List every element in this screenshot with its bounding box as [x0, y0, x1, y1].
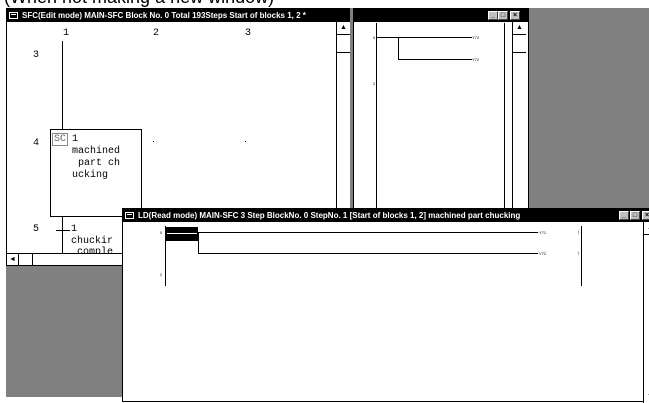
grid-dot — [245, 141, 246, 142]
ld-coil-y72: Y72 — [539, 251, 547, 256]
ld-coil-end-2: ) — [578, 250, 580, 255]
sfc-title-bar[interactable]: SFC(Edit mode) MAIN-SFC Block No. 0 Tota… — [7, 9, 349, 22]
scroll-thumb[interactable] — [21, 254, 33, 265]
ld-right-title-bar[interactable]: _ □ × — [354, 9, 528, 22]
step-comment-line-2: part ch — [72, 158, 121, 169]
sfc-title-text: SFC(Edit mode) MAIN-SFC Block No. 0 Tota… — [22, 11, 306, 20]
ld-title-text: LD(Read mode) MAIN-SFC 3 Step BlockNo. 0… — [138, 211, 521, 220]
step-number: 1 — [72, 134, 79, 145]
scroll-up-arrow-icon[interactable]: ▲ — [337, 22, 350, 35]
scroll-up-arrow-icon[interactable]: ▲ — [513, 22, 526, 35]
minimize-button[interactable]: _ — [488, 11, 498, 20]
ld-left-rail — [376, 23, 377, 214]
ld-vertical-scrollbar[interactable]: ▲ ▼ — [643, 222, 649, 403]
page-caption: (When not making a new window) — [4, 0, 274, 8]
step-type-label: SC — [52, 133, 69, 146]
ld-right-branch — [398, 37, 399, 59]
scroll-track-marker — [513, 52, 526, 53]
ld-row-label-0: 0 — [160, 230, 163, 235]
ld-right-row-label-0: 0 — [373, 35, 376, 40]
ld-right-row-label-2: 2 — [373, 81, 376, 86]
ld-right-coil-1: Y72 — [472, 35, 480, 40]
scroll-track-marker — [337, 52, 350, 53]
ld-cursor-contact[interactable] — [166, 227, 198, 241]
column-header-2: 2 — [153, 28, 160, 39]
ld-coil-end-1: ) — [578, 229, 580, 234]
ld-window[interactable]: LD(Read mode) MAIN-SFC 3 Step BlockNo. 0… — [122, 208, 649, 403]
sfc-step-box[interactable]: SC 1 machined part ch ucking — [50, 129, 142, 217]
ld-row-label-2: 2 — [160, 272, 163, 277]
ld-right-vertical-scrollbar[interactable]: ▲ — [512, 22, 526, 214]
ld-right-rung-2 — [398, 59, 472, 60]
ld-branch — [198, 232, 199, 253]
ld-right-rung-1 — [376, 37, 472, 38]
step-comment-line-3: ucking — [72, 170, 109, 181]
scroll-up-arrow-icon[interactable]: ▲ — [644, 222, 649, 235]
ld-cursor-divider — [167, 233, 197, 234]
close-button[interactable]: × — [642, 211, 649, 220]
ld-coil-y71: Y71 — [539, 230, 547, 235]
ld-rung-2 — [198, 253, 538, 254]
ld-right-rail — [504, 23, 505, 214]
maximize-button[interactable]: □ — [498, 11, 508, 20]
row-number-5: 5 — [33, 224, 40, 235]
ld-title-bar[interactable]: LD(Read mode) MAIN-SFC 3 Step BlockNo. 0… — [123, 209, 649, 222]
row-number-4: 4 — [33, 138, 40, 149]
ld-right-coil-2: Y72 — [472, 57, 480, 62]
column-header-3: 3 — [245, 28, 252, 39]
ld-rung-1 — [198, 232, 538, 233]
column-header-1: 1 — [63, 28, 70, 39]
close-button[interactable]: × — [510, 11, 520, 20]
maximize-button[interactable]: □ — [630, 211, 640, 220]
transition-number: 1 — [71, 224, 78, 235]
system-menu-icon[interactable] — [125, 212, 134, 219]
scroll-down-arrow-icon[interactable]: ▼ — [644, 391, 649, 403]
row-number-3: 3 — [33, 50, 40, 61]
system-menu-icon[interactable] — [9, 12, 18, 19]
transition-bar — [56, 230, 70, 231]
transition-comment-line-1: chuckir — [71, 236, 114, 247]
ld-right-window[interactable]: _ □ × 0 2 Y72 Y72 ▲ — [353, 8, 529, 214]
step-comment-line-1: machined — [72, 146, 121, 157]
scroll-left-arrow-icon[interactable]: ◄ — [7, 254, 19, 265]
ld-right-rail — [581, 226, 582, 286]
minimize-button[interactable]: _ — [619, 211, 629, 220]
grid-dot — [153, 141, 154, 142]
